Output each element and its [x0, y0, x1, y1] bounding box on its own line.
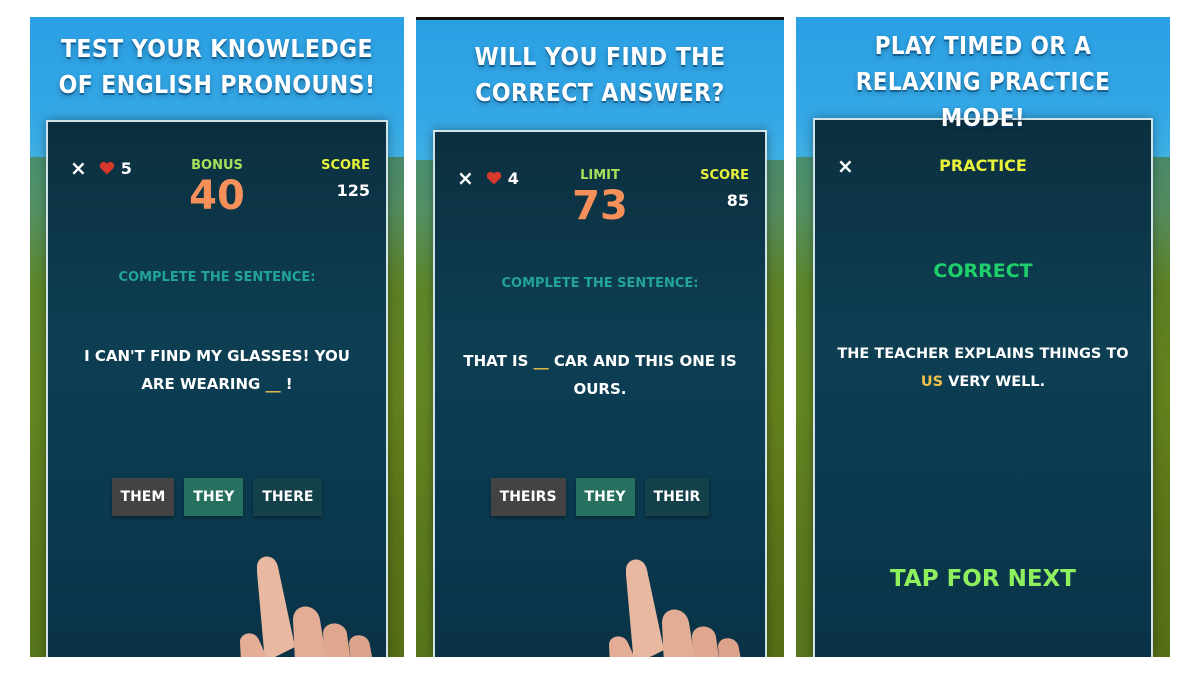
score-value: 125 [336, 181, 370, 200]
score-label: SCORE [700, 168, 749, 183]
sentence-part: THE TEACHER EXPLAINS THINGS TO [837, 346, 1129, 362]
pointing-hand-icon [609, 559, 741, 657]
answer-sentence: THE TEACHER EXPLAINS THINGS TO US VERY W… [835, 340, 1131, 396]
tap-for-next-button[interactable]: TAP FOR NEXT [815, 566, 1151, 592]
headline-line-1: TEST YOUR KNOWLEDGE [60, 34, 374, 63]
choice-button[interactable]: THEM [111, 478, 175, 516]
question-sentence: I CAN'T FIND MY GLASSES! YOU ARE WEARING… [68, 342, 366, 398]
instruction-text: COMPLETE THE SENTENCE: [118, 270, 316, 285]
pointing-hand-icon [240, 556, 373, 657]
score-value: 85 [726, 191, 749, 210]
sentence-part: THAT IS [463, 352, 534, 370]
screenshot-panel-1: TEST YOUR KNOWLEDGE OF ENGLISH PRONOUNS!… [30, 17, 404, 657]
choice-button[interactable]: THEIRS [490, 478, 566, 516]
highlighted-answer: US [920, 374, 944, 390]
screenshot-panel-3: PLAY TIMED OR A RELAXING PRACTICE MODE! … [796, 17, 1170, 657]
answer-blank: __ [533, 352, 549, 370]
headline-line-2: RELAXING PRACTICE MODE! [855, 67, 1111, 132]
score-label: SCORE [321, 158, 370, 173]
headline: TEST YOUR KNOWLEDGE OF ENGLISH PRONOUNS! [52, 31, 381, 103]
sentence-part: VERY WELL. [943, 374, 1046, 390]
choice-button[interactable]: THERE [253, 478, 323, 516]
sentence-part: I CAN'T FIND MY GLASSES! YOU ARE WEARING [84, 347, 350, 393]
sentence-part: CAR AND THIS ONE IS OURS. [548, 352, 737, 398]
score-display: SCORE 85 [700, 168, 749, 210]
screenshot-panel-2: WILL YOU FIND THE CORRECT ANSWER? × 4 LI… [416, 17, 784, 657]
feedback-text: CORRECT [933, 260, 1033, 282]
choice-button[interactable]: THEIR [644, 478, 710, 516]
mode-label: PRACTICE [939, 156, 1027, 175]
answer-choices: THEM THEY THERE [48, 478, 386, 516]
choice-button[interactable]: THEY [575, 478, 635, 516]
question-sentence: THAT IS __ CAR AND THIS ONE IS OURS. [455, 347, 745, 403]
answer-choices: THEIRS THEY THEIR [435, 478, 765, 516]
choice-button[interactable]: THEY [184, 478, 244, 516]
headline-line-1: WILL YOU FIND THE [474, 42, 726, 71]
headline-line-1: PLAY TIMED OR A [874, 31, 1092, 60]
score-display: SCORE 125 [321, 158, 370, 200]
sentence-part: ! [280, 375, 293, 393]
game-screen: × PRACTICE CORRECT THE TEACHER EXPLAINS … [813, 118, 1153, 657]
headline: PLAY TIMED OR A RELAXING PRACTICE MODE! [822, 28, 1144, 136]
headline: WILL YOU FIND THE CORRECT ANSWER? [438, 39, 762, 111]
headline-line-2: OF ENGLISH PRONOUNS! [58, 70, 376, 99]
answer-blank: __ [265, 375, 281, 393]
headline-line-2: CORRECT ANSWER? [475, 78, 725, 107]
instruction-text: COMPLETE THE SENTENCE: [501, 276, 699, 291]
